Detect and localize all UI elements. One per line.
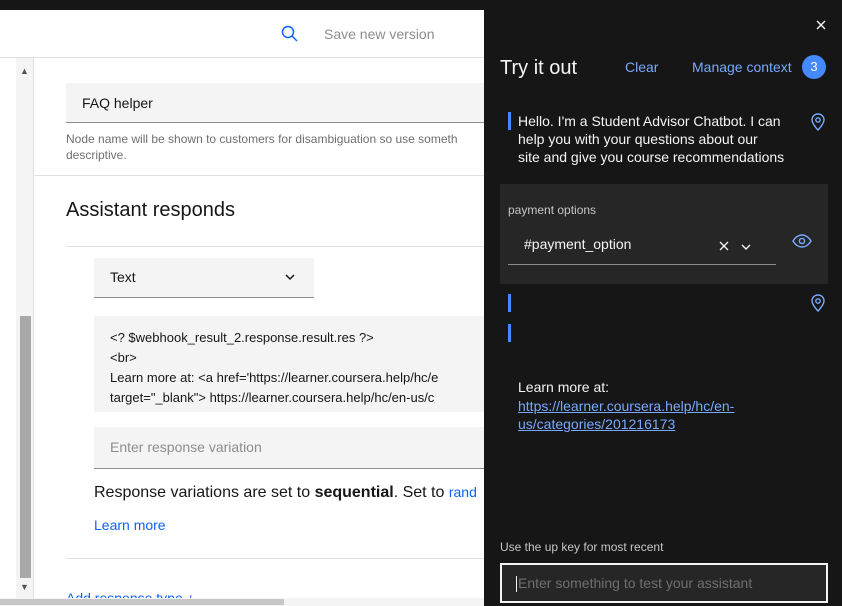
helper-line: Node name will be shown to customers for… [66,132,458,146]
location-pin-icon[interactable] [810,294,826,312]
message-indicator [508,294,511,312]
response-line: <br> [110,350,137,365]
response-type-value: Text [110,269,136,285]
panel-title: Try it out [500,57,578,79]
variation-mode: sequential [314,484,394,501]
set-random-link[interactable]: rand [449,484,477,500]
test-assistant-input[interactable]: Enter something to test your assistant [500,563,828,603]
bot-message-line: help you with your questions about our [518,131,758,147]
bot-message-line: Hello. I'm a Student Advisor Chatbot. I … [518,113,781,129]
input-placeholder: Enter something to test your assistant [518,575,753,591]
clear-button[interactable]: Clear [625,59,658,75]
intent-panel: payment options #payment_option [500,184,828,284]
text-cursor [516,576,517,593]
horizontal-scrollbar[interactable] [0,598,484,606]
node-name-helper-text: Node name will be shown to customers for… [66,131,484,163]
intent-dropdown[interactable]: #payment_option [508,225,776,265]
chevron-down-icon [284,270,296,282]
scroll-up-arrow-icon[interactable]: ▲ [20,66,29,76]
coursera-help-link[interactable]: https://learner.coursera.help/hc/en- us/… [518,397,778,433]
response-line: <? $webhook_result_2.response.result.res… [110,330,374,345]
input-hint: Use the up key for most recent [500,540,664,554]
learn-more-link[interactable]: Learn more [94,517,166,533]
response-type-dropdown[interactable]: Text [94,258,314,298]
save-new-version-button[interactable]: Save new version [324,26,435,42]
close-icon[interactable] [814,18,828,32]
learn-more-message: Learn more at: [518,379,610,395]
intent-label: payment options [508,203,597,217]
helper-line: descriptive. [66,148,127,162]
context-count-badge[interactable]: 3 [802,55,826,79]
message-indicator [508,324,511,342]
variation-note: Response variations are set to sequentia… [94,484,477,502]
eye-icon[interactable] [792,234,812,248]
response-line: Learn more at: <a href='https://learner.… [110,370,439,385]
top-strip [0,0,842,10]
node-name-input[interactable]: FAQ helper [66,83,484,123]
variation-note-prefix: Response variations are set to [94,484,315,501]
link-line[interactable]: us/categories/201216173 [518,415,778,433]
divider [66,246,484,247]
section-title: Assistant responds [66,199,235,221]
message-indicator [508,112,511,130]
location-pin-icon[interactable] [810,113,826,131]
clear-x-icon[interactable] [718,239,730,251]
response-line: target="_blank"> https://learner.courser… [110,390,435,405]
scroll-thumb[interactable] [20,316,31,578]
bot-message-line: site and give you course recommendations [518,149,785,165]
bot-message: Hello. I'm a Student Advisor Chatbot. I … [518,112,798,166]
response-variation-input[interactable]: Enter response variation [94,427,484,469]
horizontal-scroll-thumb[interactable] [0,599,284,605]
scroll-down-arrow-icon[interactable]: ▼ [20,582,29,592]
response-text-editor[interactable]: <? $webhook_result_2.response.result.res… [94,316,484,412]
divider [35,175,484,176]
manage-context-button[interactable]: Manage context [692,59,792,75]
editor-content: FAQ helper Node name will be shown to cu… [35,58,484,606]
divider [66,558,484,559]
link-line[interactable]: https://learner.coursera.help/hc/en- [518,397,778,415]
variation-note-suffix: . Set to [393,484,449,501]
search-icon[interactable] [280,24,300,44]
node-editor: Save new version ▲ ▼ FAQ helper Node nam… [0,10,484,606]
vertical-scrollbar[interactable]: ▲ ▼ [16,58,34,606]
chevron-down-icon[interactable] [740,240,752,252]
editor-header: Save new version [0,10,484,58]
try-it-out-panel: Try it out Clear Manage context 3 Hello.… [484,10,842,606]
